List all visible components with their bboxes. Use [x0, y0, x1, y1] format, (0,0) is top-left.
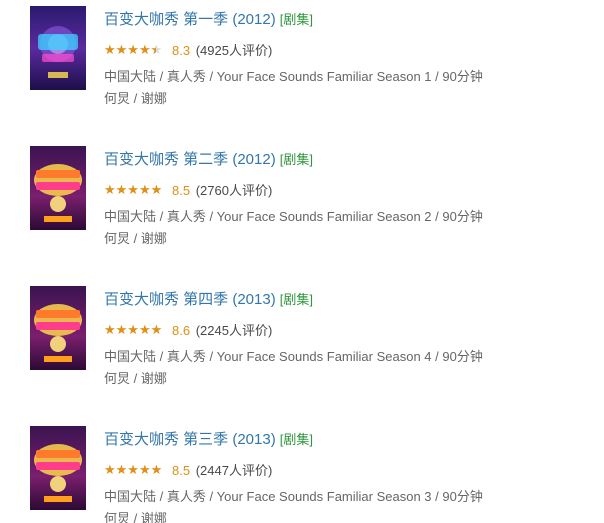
search-results-list: 百变大咖秀 第一季 (2012)[剧集] ★★★★★ ★★★★★ 8.3 (49…	[0, 0, 604, 523]
result-item: 百变大咖秀 第三季 (2013) [剧集] ★★★★★ ★★★★★ 8.5 (24…	[0, 426, 604, 523]
vote-count: (4925人评价)	[195, 43, 273, 58]
rating-score: 8.6	[172, 323, 191, 338]
category-tag: [剧集]	[279, 432, 313, 447]
result-item: 百变大咖秀 第一季 (2012)[剧集] ★★★★★ ★★★★★ 8.3 (49…	[0, 6, 604, 106]
poster-image[interactable]	[30, 286, 86, 370]
rating-row: ★★★★★ ★★★★★ 8.5 (2447人评价)	[104, 462, 272, 480]
title-row: 百变大咖秀 第一季 (2012) [剧集]	[104, 10, 313, 30]
result-item: 百变大咖秀 第二季 (2012) [剧集] ★★★★★ ★★★★★ 8.5 (27…	[0, 146, 604, 246]
vote-count: (2447人评价)	[195, 463, 273, 478]
rating-stars: ★★★★★ ★★★★★	[104, 184, 163, 196]
vote-count: (2245人评价)	[195, 323, 273, 338]
show-meta: 中国大陆 / 真人秀 / Your Face Sounds Familiar S…	[104, 69, 483, 84]
rating-stars: ★★★★★ ★★★★★	[104, 464, 163, 476]
show-cast: 何炅 / 谢娜	[104, 231, 167, 246]
rating-row: ★★★★★ ★★★★★ 8.6 (2245人评价)	[104, 322, 272, 340]
rating-stars: ★★★★★ ★★★★★	[104, 44, 163, 56]
rating-score: 8.3	[172, 43, 191, 58]
poster-image[interactable]	[30, 426, 86, 510]
result-item: 百变大咖秀 第四季 (2013) [剧集] ★★★★★ ★★★★★ 8.6 (22…	[0, 286, 604, 386]
show-meta: 中国大陆 / 真人秀 / Your Face Sounds Familiar S…	[104, 489, 483, 504]
rating-score: 8.5	[172, 183, 191, 198]
show-title-link[interactable]: 百变大咖秀 第二季 (2012)	[104, 151, 276, 168]
category-tag: [剧集]	[279, 12, 313, 27]
vote-count: (2760人评价)	[195, 183, 273, 198]
poster-image[interactable]	[30, 6, 86, 90]
rating-score: 8.5	[172, 463, 191, 478]
rating-row: ★★★★★ ★★★★★ 8.5 (2760人评价)	[104, 182, 272, 200]
show-title-link[interactable]: 百变大咖秀 第三季 (2013)	[104, 431, 276, 448]
poster-image[interactable]	[30, 146, 86, 230]
title-row: 百变大咖秀 第三季 (2013) [剧集]	[104, 430, 313, 450]
show-cast: 何炅 / 谢娜	[104, 371, 167, 386]
show-title-link[interactable]: 百变大咖秀 第四季 (2013)	[104, 291, 276, 308]
title-row: 百变大咖秀 第四季 (2013) [剧集]	[104, 290, 313, 310]
category-tag: [剧集]	[279, 292, 313, 307]
title-row: 百变大咖秀 第二季 (2012) [剧集]	[104, 150, 313, 170]
show-cast: 何炅 / 谢娜	[104, 511, 167, 523]
show-title-link[interactable]: 百变大咖秀 第一季 (2012)	[104, 11, 276, 28]
show-cast: 何炅 / 谢娜	[104, 91, 167, 106]
show-meta: 中国大陆 / 真人秀 / Your Face Sounds Familiar S…	[104, 349, 483, 364]
show-meta: 中国大陆 / 真人秀 / Your Face Sounds Familiar S…	[104, 209, 483, 224]
rating-row: ★★★★★ ★★★★★ 8.3 (4925人评价)	[104, 42, 272, 60]
category-tag: [剧集]	[279, 152, 313, 167]
rating-stars: ★★★★★ ★★★★★	[104, 324, 163, 336]
